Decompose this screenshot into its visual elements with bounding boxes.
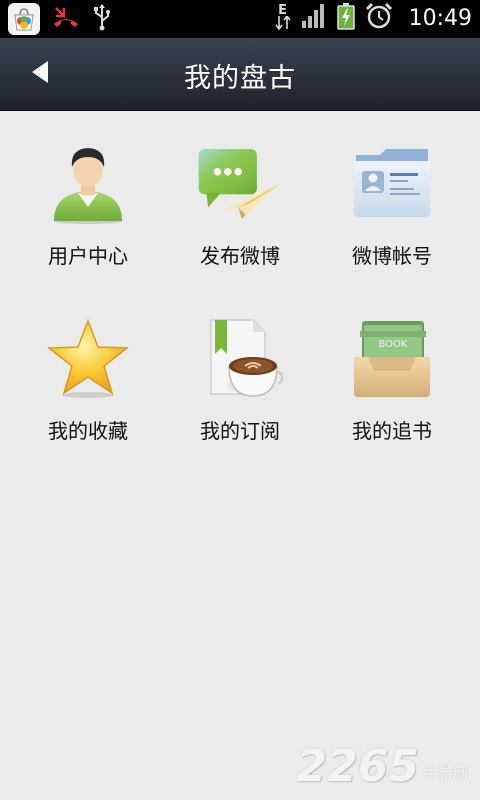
- weibo-account-icon: [347, 140, 437, 226]
- usb-icon: [92, 3, 112, 35]
- watermark-number: 2265: [296, 741, 419, 792]
- post-weibo-icon: [195, 140, 285, 226]
- watermark-logo: 2265 手游网: [297, 741, 468, 792]
- tile-label-subscriptions: 我的订阅: [200, 419, 280, 443]
- tile-subscriptions[interactable]: 我的订阅: [164, 315, 316, 460]
- svg-text:BOOK: BOOK: [379, 339, 408, 350]
- alarm-icon: [365, 2, 393, 34]
- tile-label-favorites: 我的收藏: [48, 419, 128, 443]
- menu-grid: 用户中心 发布微博 微博帐号 我的收藏 我的订阅 BOOK 我的追书: [12, 140, 468, 460]
- tile-weibo-account[interactable]: 微博帐号: [316, 140, 468, 285]
- battery-charging-icon: [336, 2, 355, 34]
- book-tracking-icon: BOOK: [347, 315, 437, 401]
- tile-label-book-tracking: 我的追书: [352, 419, 432, 443]
- tile-label-post-weibo: 发布微博: [200, 244, 280, 268]
- missed-call-icon: [52, 4, 80, 34]
- page-title: 我的盘古: [184, 63, 296, 94]
- title-bar: 我的盘古: [0, 38, 480, 111]
- favorites-star-icon: [43, 315, 133, 401]
- tile-favorites[interactable]: 我的收藏: [12, 315, 164, 460]
- user-center-icon: [43, 140, 133, 226]
- status-clock: 10:49: [408, 5, 472, 31]
- watermark-suffix: 手游网: [422, 764, 468, 782]
- tile-post-weibo[interactable]: 发布微博: [164, 140, 316, 285]
- tile-label-weibo-account: 微博帐号: [352, 244, 432, 268]
- tile-label-user-center: 用户中心: [48, 244, 128, 268]
- subscriptions-icon: [195, 315, 285, 401]
- tile-book-tracking[interactable]: BOOK 我的追书: [316, 315, 468, 460]
- app-notification-icon[interactable]: [8, 3, 40, 35]
- status-bar: E 10:49: [0, 0, 480, 38]
- tile-user-center[interactable]: 用户中心: [12, 140, 164, 285]
- network-e-icon: E: [274, 4, 291, 30]
- signal-icon: [301, 3, 327, 33]
